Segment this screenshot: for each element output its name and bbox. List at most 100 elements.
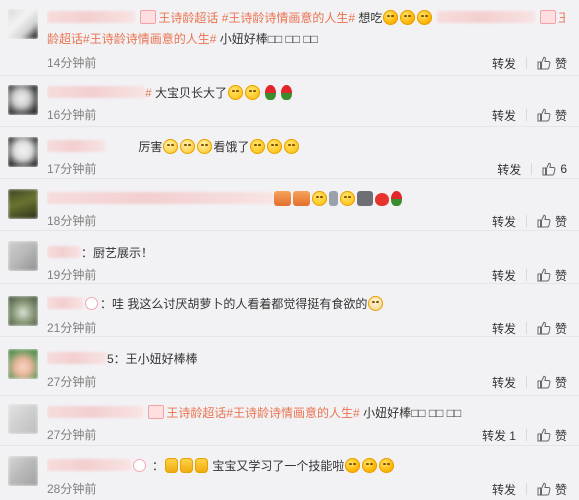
avatar[interactable]: [8, 241, 38, 271]
username-masked[interactable]: [47, 406, 143, 418]
like-button[interactable]: 赞: [537, 55, 567, 72]
like-count: 赞: [554, 321, 567, 336]
avatar[interactable]: [8, 137, 38, 167]
thumbs-up-icon: [537, 482, 551, 496]
avatar[interactable]: [8, 85, 38, 115]
topic-link[interactable]: 王诗: [558, 11, 565, 25]
crying-emoji-icon: [180, 139, 196, 154]
thumbs-up-icon: [542, 162, 556, 176]
divider: [525, 376, 527, 388]
avatar[interactable]: [8, 9, 38, 39]
pointing-emoji-icon: [312, 191, 327, 206]
repost-button[interactable]: 转发: [492, 213, 516, 230]
comment-body: 想吃: [358, 11, 383, 25]
comment-item: ： 宝宝又学习了一个技能啦 28分钟前 转发 赞: [0, 446, 579, 500]
comment-item: 5：王小妞好棒棒 27分钟前 转发 赞: [0, 337, 579, 396]
username-masked[interactable]: [436, 11, 535, 23]
topic-link[interactable]: 王诗龄超话: [166, 406, 226, 420]
super-topic-icon: [148, 405, 165, 419]
comment-actions: 转发 1 赞: [482, 427, 567, 443]
like-button[interactable]: 赞: [537, 107, 567, 124]
username-masked[interactable]: [47, 86, 145, 98]
comment-body: ：厨艺展示！: [81, 246, 154, 260]
divider: [525, 429, 527, 441]
repost-button[interactable]: 转发: [492, 107, 516, 124]
puppy-emoji-icon: [368, 296, 384, 311]
avatar[interactable]: [8, 189, 38, 219]
topic-link[interactable]: #王诗龄诗情画意的人生#: [222, 11, 355, 25]
microphone-icon: [329, 191, 338, 206]
repost-button[interactable]: 转发: [492, 320, 516, 337]
username-masked[interactable]: [47, 459, 131, 471]
topic-link[interactable]: #: [145, 86, 152, 100]
comment-actions: 转发 赞: [492, 107, 567, 123]
like-button[interactable]: 赞: [537, 213, 567, 230]
timestamp: 27分钟前: [47, 375, 97, 389]
avatar[interactable]: [8, 404, 38, 434]
username-masked[interactable]: [47, 297, 83, 309]
like-button[interactable]: 6: [542, 162, 567, 176]
comment-item: ：哇 我这么讨厌胡萝卜的人看着都觉得挺有食欲的 21分钟前 转发 赞: [0, 284, 579, 337]
super-topic-icon: [540, 10, 557, 24]
repost-button[interactable]: 转发: [492, 481, 516, 498]
topic-link[interactable]: 龄超话: [47, 32, 83, 46]
repost-button[interactable]: 转发: [492, 55, 516, 72]
like-count: 赞: [554, 375, 567, 390]
drool-emoji-icon: [250, 139, 266, 154]
avatar[interactable]: [8, 296, 38, 326]
laugh-emoji-icon: [417, 10, 433, 25]
smile-emoji-icon: [245, 85, 261, 100]
divider: [525, 483, 527, 495]
comment-item: 厉害 看饿了 17分钟前 转发 6: [0, 127, 579, 179]
comment-body: 5：王小妞好棒棒: [107, 352, 198, 366]
divider: [525, 322, 527, 334]
repost-button[interactable]: 转发: [492, 267, 516, 284]
like-count: 赞: [554, 108, 567, 123]
family-sticker-icon: [274, 191, 291, 206]
laugh-emoji-icon: [400, 10, 416, 25]
like-button[interactable]: 赞: [537, 267, 567, 284]
comment-text-line-2: 龄超话#王诗龄诗情画意的人生# 小妞好棒□□ □□ □□: [47, 29, 565, 49]
comment-item: 王诗龄超话 #王诗龄诗情画意的人生# 想吃 王诗 龄超话#王诗龄诗情画意的人生#…: [0, 0, 579, 76]
comment-list: 王诗龄超话 #王诗龄诗情画意的人生# 想吃 王诗 龄超话#王诗龄诗情画意的人生#…: [0, 0, 579, 500]
thumbs-up-icon: [537, 56, 551, 70]
like-count: 赞: [554, 268, 567, 283]
like-button[interactable]: 赞: [537, 374, 567, 391]
avatar[interactable]: [8, 456, 38, 486]
timestamp: 14分钟前: [47, 56, 97, 70]
member-badge-icon: [133, 459, 146, 472]
smile-emoji-icon: [228, 85, 244, 100]
username-masked[interactable]: [47, 352, 107, 364]
laugh-emoji-icon: [362, 458, 378, 473]
like-button[interactable]: 赞: [537, 481, 567, 498]
timestamp: 17分钟前: [47, 162, 97, 176]
username-masked[interactable]: [47, 192, 273, 204]
timestamp: 16分钟前: [47, 108, 97, 122]
topic-link[interactable]: 王诗龄超话: [158, 11, 218, 25]
comment-text: 厉害 看饿了: [47, 137, 565, 157]
avatar[interactable]: [8, 349, 38, 379]
repost-button[interactable]: 转发: [497, 161, 521, 178]
comment-actions: 转发 6: [497, 161, 567, 177]
repost-button[interactable]: 转发 1: [482, 427, 516, 444]
comment-text: # 大宝贝长大了: [47, 83, 565, 103]
comment-item: ：厨艺展示！ 19分钟前 转发 赞: [0, 231, 579, 284]
username-masked[interactable]: [47, 140, 105, 152]
topic-link[interactable]: #王诗龄诗情画意的人生#: [83, 32, 216, 46]
camera-icon: [357, 191, 373, 206]
thumbs-up-emoji-icon: [180, 458, 194, 473]
comment-body: ：哇 我这么讨厌胡萝卜的人看着都觉得挺有食欲的: [100, 297, 368, 311]
topic-link[interactable]: #王诗龄诗情画意的人生#: [226, 406, 359, 420]
thumbs-up-icon: [537, 428, 551, 442]
comment-text: 王诗龄超话#王诗龄诗情画意的人生# 小妞好棒□□ □□ □□: [47, 403, 565, 423]
repost-button[interactable]: 转发: [492, 374, 516, 391]
username-masked[interactable]: [47, 246, 81, 258]
comment-actions: 转发 赞: [492, 481, 567, 497]
comment-text: ：厨艺展示！: [47, 243, 565, 263]
like-button[interactable]: 赞: [537, 427, 567, 444]
username-masked[interactable]: [47, 11, 135, 23]
like-button[interactable]: 赞: [537, 320, 567, 337]
rose-icon: [281, 85, 293, 100]
like-count: 6: [560, 162, 567, 176]
crying-emoji-icon: [163, 139, 179, 154]
